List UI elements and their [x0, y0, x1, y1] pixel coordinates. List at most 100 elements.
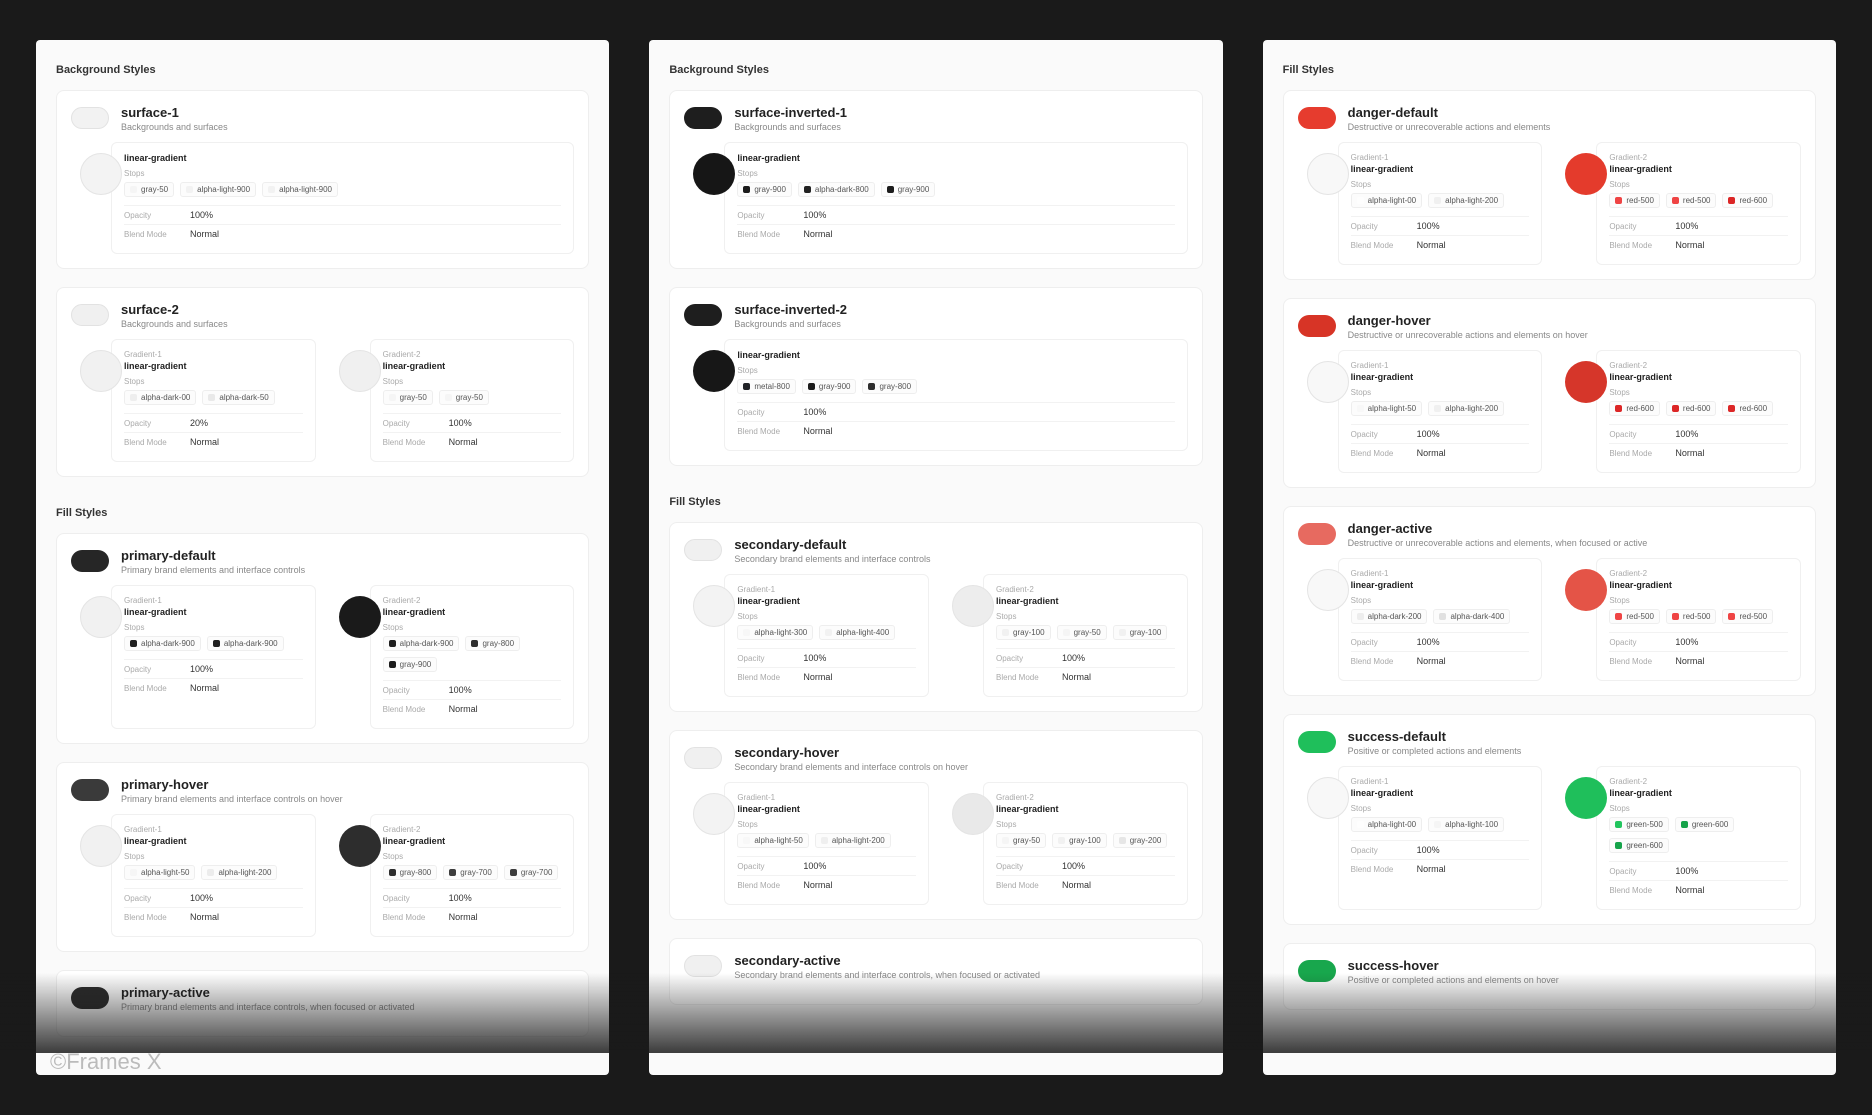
style-name: surface-inverted-2	[734, 302, 1187, 317]
column: Fill Stylesdanger-defaultDestructive or …	[1263, 40, 1836, 1075]
opacity-label: Opacity	[1351, 222, 1407, 231]
color-stop-dot	[1672, 197, 1679, 204]
color-stop-dot	[1357, 405, 1364, 412]
opacity-value: 100%	[1675, 637, 1698, 647]
blend-mode-value: Normal	[449, 704, 478, 714]
color-stop-name: alpha-dark-900	[224, 639, 278, 648]
gradient-block: Gradient-2linear-gradientStopsgray-50gra…	[370, 339, 575, 462]
style-card: surface-inverted-1Backgrounds and surfac…	[669, 90, 1202, 269]
color-stop-chip: alpha-light-200	[201, 865, 277, 880]
gradient-block: Gradient-1linear-gradientStopsalpha-ligh…	[1338, 766, 1543, 910]
blend-mode-value: Normal	[190, 912, 219, 922]
blend-mode-value: Normal	[190, 229, 219, 239]
color-stop-dot	[186, 186, 193, 193]
color-stop-chip: gray-700	[443, 865, 498, 880]
color-stop-name: alpha-light-300	[754, 628, 807, 637]
style-card: surface-inverted-2Backgrounds and surfac…	[669, 287, 1202, 466]
color-stop-chip: alpha-light-200	[815, 833, 891, 848]
color-stop-chip: gray-900	[383, 657, 438, 672]
color-stop-chip: red-600	[1609, 401, 1660, 416]
color-stop-dot	[389, 869, 396, 876]
gradient-type: linear-gradient	[383, 607, 562, 617]
color-stop-name: alpha-dark-900	[400, 639, 454, 648]
blend-mode-label: Blend Mode	[737, 230, 793, 239]
style-desc: Backgrounds and surfaces	[121, 319, 574, 329]
gradient-swatch	[693, 585, 735, 627]
gradient-block: Gradient-2linear-gradientStopsgray-800gr…	[370, 814, 575, 937]
color-stop-dot	[1615, 405, 1622, 412]
color-stop-dot	[821, 837, 828, 844]
color-stop-dot	[268, 186, 275, 193]
gradient-label: Gradient-2	[996, 793, 1175, 802]
color-stop-dot	[868, 383, 875, 390]
style-card: surface-1Backgrounds and surfaceslinear-…	[56, 90, 589, 269]
blend-mode-label: Blend Mode	[1609, 886, 1665, 895]
opacity-value: 100%	[449, 893, 472, 903]
style-swatch	[684, 955, 722, 977]
gradient-label: Gradient-2	[1609, 361, 1788, 370]
blend-mode-value: Normal	[1675, 885, 1704, 895]
color-stop-dot	[1357, 197, 1364, 204]
gradient-block: Gradient-2linear-gradientStopsalpha-dark…	[370, 585, 575, 729]
gradient-type: linear-gradient	[124, 361, 303, 371]
section-title: Fill Styles	[1283, 64, 1816, 76]
gradient-type: linear-gradient	[1609, 580, 1788, 590]
style-swatch	[71, 304, 109, 326]
gradient-label: Gradient-2	[1609, 777, 1788, 786]
opacity-label: Opacity	[383, 686, 439, 695]
blend-mode-value: Normal	[1675, 448, 1704, 458]
style-name: primary-hover	[121, 777, 574, 792]
gradient-swatch	[339, 350, 381, 392]
gradient-swatch	[80, 350, 122, 392]
gradient-label: Gradient-1	[124, 350, 303, 359]
color-stop-name: red-500	[1626, 612, 1654, 621]
color-stop-dot	[1681, 821, 1688, 828]
color-stop-dot	[510, 869, 517, 876]
blend-mode-label: Blend Mode	[383, 913, 439, 922]
style-name: secondary-default	[734, 537, 1187, 552]
style-card: primary-defaultPrimary brand elements an…	[56, 533, 589, 744]
stops-label: Stops	[996, 820, 1175, 829]
color-stop-dot	[887, 186, 894, 193]
gradient-swatch	[1307, 777, 1349, 819]
color-stop-name: alpha-light-00	[1368, 820, 1416, 829]
blend-mode-value: Normal	[1675, 240, 1704, 250]
opacity-value: 100%	[1675, 221, 1698, 231]
opacity-label: Opacity	[1609, 222, 1665, 231]
color-stop-dot	[1434, 405, 1441, 412]
opacity-label: Opacity	[383, 894, 439, 903]
gradient-block: linear-gradientStopsmetal-800gray-900gra…	[724, 339, 1187, 451]
color-stop-chip: green-600	[1675, 817, 1734, 832]
opacity-value: 100%	[190, 210, 213, 220]
stops-label: Stops	[737, 169, 1174, 178]
gradient-swatch	[339, 825, 381, 867]
color-stop-name: gray-50	[456, 393, 483, 402]
color-stop-name: gray-700	[460, 868, 492, 877]
color-stop-dot	[825, 629, 832, 636]
gradient-swatch	[693, 153, 735, 195]
section-title: Fill Styles	[669, 496, 1202, 508]
stops-label: Stops	[124, 169, 561, 178]
color-stop-dot	[1615, 197, 1622, 204]
gradient-swatch	[952, 793, 994, 835]
blend-mode-label: Blend Mode	[383, 438, 439, 447]
stops-label: Stops	[737, 366, 1174, 375]
blend-mode-value: Normal	[449, 437, 478, 447]
color-stop-name: alpha-light-50	[141, 868, 189, 877]
color-stop-dot	[1002, 837, 1009, 844]
style-swatch	[1298, 107, 1336, 129]
style-name: success-default	[1348, 729, 1801, 744]
color-stop-chip: red-600	[1722, 193, 1773, 208]
color-stop-chip: gray-100	[996, 625, 1051, 640]
color-stop-dot	[1728, 197, 1735, 204]
color-stop-name: red-600	[1739, 404, 1767, 413]
color-stop-chip: alpha-dark-900	[383, 636, 460, 651]
color-stop-name: green-600	[1692, 820, 1728, 829]
blend-mode-value: Normal	[803, 426, 832, 436]
gradient-block: linear-gradientStopsgray-50alpha-light-9…	[111, 142, 574, 254]
color-stop-dot	[445, 394, 452, 401]
style-name: secondary-hover	[734, 745, 1187, 760]
gradient-type: linear-gradient	[996, 596, 1175, 606]
style-swatch	[71, 107, 109, 129]
color-stop-chip: alpha-light-50	[1351, 401, 1422, 416]
